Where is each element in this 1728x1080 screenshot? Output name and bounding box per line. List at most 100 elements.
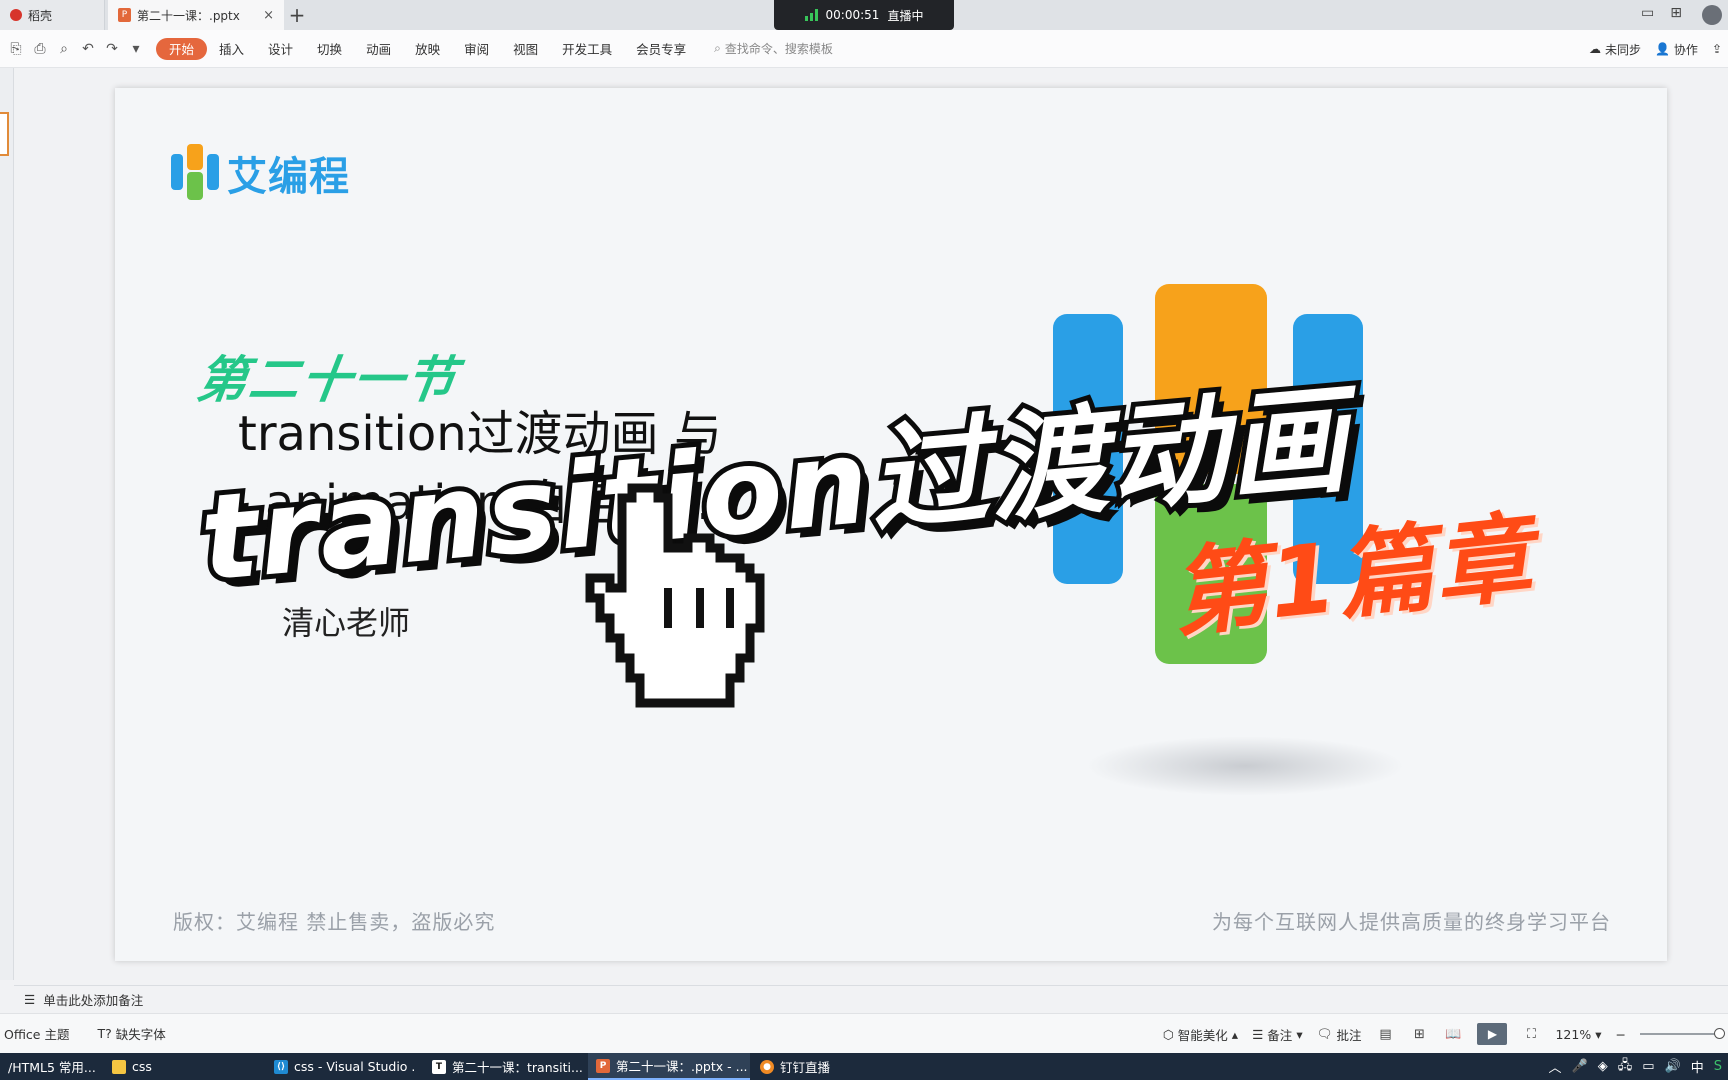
reading-view-icon[interactable]: 📖 xyxy=(1443,1024,1463,1044)
zoom-out-icon[interactable]: − xyxy=(1616,1027,1626,1042)
taskbar-label: 钉钉直播 xyxy=(780,1060,831,1075)
menu-insert[interactable]: 插入 xyxy=(207,38,256,60)
grid-icon[interactable]: ⊞ xyxy=(1670,5,1682,25)
print-icon[interactable]: ⎙ xyxy=(32,41,48,57)
tab-label: 第二十一课：.pptx xyxy=(137,8,240,23)
mic-icon[interactable]: 🎤 xyxy=(1572,1059,1588,1074)
live-time: 00:00:51 xyxy=(825,8,880,22)
preview-icon[interactable]: ⌕ xyxy=(56,41,72,57)
teacher-name[interactable]: 清心老师 xyxy=(282,598,410,644)
menu-animation[interactable]: 动画 xyxy=(354,38,403,60)
network-icon[interactable]: 🖧 xyxy=(1618,1056,1633,1078)
new-tab-button[interactable]: + xyxy=(286,3,308,27)
system-tray: ︿ 🎤 ◈ 🖧 ▭ 🔊 中 S xyxy=(1549,1053,1722,1080)
taskbar-item-dingtalk[interactable]: ● 钉钉直播 xyxy=(752,1053,902,1080)
command-search[interactable]: ⌕ 查找命令、搜索模板 xyxy=(714,40,833,57)
taskbar-item-vscode[interactable]: ⟨⟩ css - Visual Studio ... xyxy=(266,1053,416,1080)
wps-tray-icon[interactable]: S xyxy=(1714,1059,1722,1074)
notes-pane[interactable]: ☰ 单击此处添加备注 xyxy=(14,985,1728,1013)
brand-name: 艾编程 xyxy=(227,154,350,200)
slide-thumbnail-panel[interactable] xyxy=(0,68,14,980)
daoke-icon xyxy=(10,9,22,21)
volume-icon[interactable]: 🔊 xyxy=(1665,1059,1681,1074)
slide-canvas[interactable]: 艾编程 第二十一节 transition过渡动画 与 animation 自定义… xyxy=(115,88,1667,961)
taskbar-label: 第二十一课：.pptx - ... xyxy=(616,1059,748,1074)
ribbon-right: ☁ 未同步 👤 协作 ⇪ xyxy=(1589,30,1722,68)
vscode-icon: ⟨⟩ xyxy=(274,1059,288,1074)
menu-review[interactable]: 审阅 xyxy=(452,38,501,60)
os-taskbar: /HTML5 常用... css ⟨⟩ css - Visual Studio … xyxy=(0,1053,1728,1080)
logo-mark-icon xyxy=(171,144,221,202)
tab-daoke[interactable]: 稻壳 xyxy=(0,0,105,30)
dingtalk-icon: ● xyxy=(760,1059,774,1074)
theme-label: Office 主题 xyxy=(4,1027,70,1042)
live-indicator[interactable]: 00:00:51 直播中 xyxy=(774,0,954,30)
wps-icon: P xyxy=(596,1058,610,1073)
menu-home[interactable]: 开始 xyxy=(156,37,208,60)
customize-icon[interactable]: ▾ xyxy=(128,41,144,57)
taskbar-item-css-folder[interactable]: css xyxy=(104,1053,224,1080)
play-slideshow-button[interactable]: ▶ xyxy=(1477,1023,1508,1045)
folder-icon xyxy=(112,1059,126,1074)
chevron-up-icon[interactable]: ︿ xyxy=(1549,1057,1562,1076)
taskbar-label: 第二十一课：transiti... xyxy=(452,1060,583,1075)
fit-window-icon[interactable]: ⛶ xyxy=(1521,1024,1541,1044)
missing-font-button[interactable]: T? 缺失字体 xyxy=(97,1024,165,1043)
menu-view[interactable]: 视图 xyxy=(501,38,550,60)
beautify-label: 智能美化 xyxy=(1177,1027,1228,1043)
slide-thumbnail[interactable] xyxy=(0,112,9,156)
share-icon: ⇪ xyxy=(1711,42,1722,56)
collab-button[interactable]: 👤 协作 xyxy=(1655,41,1698,58)
tab-pptx[interactable]: P 第二十一课：.pptx × xyxy=(108,0,284,30)
taskbar-item-wps[interactable]: P 第二十一课：.pptx - ... xyxy=(588,1053,750,1080)
undo-icon[interactable]: ↶ xyxy=(80,41,96,57)
ppt-file-icon: P xyxy=(118,8,131,22)
chevron-down-icon: ▾ xyxy=(1595,1026,1602,1042)
search-icon: ⌕ xyxy=(714,41,721,55)
menu-developer[interactable]: 开发工具 xyxy=(550,38,624,60)
comment-button[interactable]: 🗨 批注 xyxy=(1317,1025,1362,1044)
sorter-view-icon[interactable]: ⊞ xyxy=(1409,1024,1429,1044)
beautify-button[interactable]: ⬡ 智能美化 ▴ xyxy=(1163,1025,1238,1044)
zoom-level[interactable]: 121% ▾ xyxy=(1555,1027,1601,1042)
comment-label: 批注 xyxy=(1336,1027,1362,1043)
typora-icon: T xyxy=(432,1059,446,1074)
collab-label: 协作 xyxy=(1673,42,1698,57)
sync-button[interactable]: ☁ 未同步 xyxy=(1589,41,1641,58)
missing-font-label: 缺失字体 xyxy=(115,1027,166,1042)
menu-slideshow[interactable]: 放映 xyxy=(403,38,452,60)
notes-placeholder: 单击此处添加备注 xyxy=(43,993,144,1008)
live-status: 直播中 xyxy=(887,8,924,23)
layout-icon[interactable]: ▭ xyxy=(1641,5,1654,25)
share-button[interactable]: ⇪ xyxy=(1712,42,1722,56)
font-warning-icon: T? xyxy=(97,1026,112,1041)
redo-icon[interactable]: ↷ xyxy=(104,41,120,57)
comment-icon: 🗨 xyxy=(1316,1026,1333,1041)
taskbar-label: /HTML5 常用... xyxy=(8,1060,96,1075)
zoom-slider[interactable] xyxy=(1640,1028,1725,1039)
ime-indicator[interactable]: 中 xyxy=(1691,1057,1704,1076)
sync-label: 未同步 xyxy=(1604,42,1641,57)
menu-transition[interactable]: 切换 xyxy=(305,38,354,60)
avatar[interactable] xyxy=(1702,5,1722,25)
save-icon[interactable]: ⎘ xyxy=(8,41,24,57)
battery-icon[interactable]: ▭ xyxy=(1642,1059,1654,1074)
section-title: 第二十一节 xyxy=(193,351,462,409)
menu-design[interactable]: 设计 xyxy=(256,38,305,60)
menu-member[interactable]: 会员专享 xyxy=(624,38,698,60)
brand-logo: 艾编程 xyxy=(171,144,350,202)
user-icon: 👤 xyxy=(1654,42,1670,56)
normal-view-icon[interactable]: ▤ xyxy=(1375,1024,1395,1044)
theme-indicator[interactable]: Office 主题 xyxy=(4,1024,69,1043)
close-tab-icon[interactable]: × xyxy=(263,8,274,23)
status-right: ⬡ 智能美化 ▴ ☰ 备注 ▾ 🗨 批注 ▤ ⊞ 📖 ▶ ⛶ 121% ▾ − xyxy=(1163,1014,1725,1054)
zoom-slider-handle[interactable] xyxy=(1714,1028,1725,1039)
security-icon[interactable]: ◈ xyxy=(1598,1059,1608,1074)
taskbar-item-typora[interactable]: T 第二十一课：transiti... xyxy=(424,1053,586,1080)
taskbar-item-html5[interactable]: /HTML5 常用... xyxy=(0,1053,98,1080)
copyright-footer: 版权：艾编程 禁止售卖，盗版必究 xyxy=(173,910,496,934)
taskbar-label: css xyxy=(132,1059,152,1074)
chevron-up-icon: ▴ xyxy=(1231,1026,1239,1042)
notes-toggle-button[interactable]: ☰ 备注 ▾ xyxy=(1252,1025,1303,1044)
notes-list-icon: ☰ xyxy=(1252,1026,1264,1042)
